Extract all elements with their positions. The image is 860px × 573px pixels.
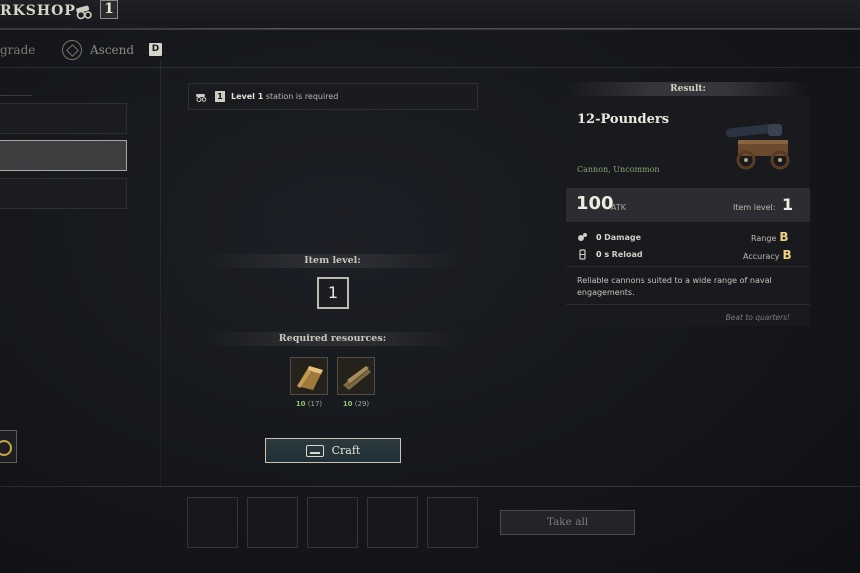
accuracy-label: Accuracy [743, 252, 780, 261]
output-slot[interactable] [187, 497, 238, 548]
damage-value: 0 [596, 233, 602, 242]
resource-slot[interactable] [290, 357, 328, 395]
reload-label: Reload [611, 250, 643, 259]
page-title: RKSHOP [0, 3, 76, 19]
requirement-level-text: Level 1 [231, 92, 264, 101]
output-slot[interactable] [247, 497, 298, 548]
header-divider [130, 28, 860, 29]
range-grade-value: B [779, 230, 789, 244]
resource-required: (17) [307, 400, 323, 408]
resource-slot[interactable] [337, 357, 375, 395]
requirement-text: Level 1 station is required [231, 92, 338, 101]
accuracy-grade: Accuracy B [743, 248, 792, 262]
ascend-icon [62, 40, 82, 60]
recipe-list-item[interactable] [0, 103, 127, 134]
tabs-divider [0, 67, 860, 68]
item-level-value: 1 [317, 277, 349, 309]
settings-gear-button[interactable] [0, 430, 17, 463]
key-hint-d: D [149, 43, 162, 56]
item-name: 12-Pounders [577, 112, 670, 127]
reload-stat: 0 s Reload [577, 249, 643, 260]
accuracy-grade-value: B [782, 248, 792, 262]
resource-have: 10 [295, 400, 306, 408]
station-level-badge: 1 [100, 0, 118, 19]
damage-stat: 0 Damage [577, 232, 641, 243]
recipe-list-item-selected[interactable] [0, 140, 127, 171]
item-description: Reliable cannons suited to a wide range … [577, 276, 772, 297]
item-type: Cannon, Uncommon [577, 165, 660, 174]
tab-ascend-label: Ascend [90, 43, 135, 57]
cannon-icon [76, 5, 92, 20]
output-slot[interactable] [367, 497, 418, 548]
resource-have: 10 [342, 400, 353, 408]
range-grade: Range B [751, 230, 789, 244]
reload-value: 0 s [596, 250, 610, 259]
craft-button[interactable]: Craft [265, 438, 401, 463]
description-divider [566, 304, 810, 305]
spacebar-key-icon [305, 444, 324, 457]
resource-required: (29) [354, 400, 370, 408]
top-bar: RKSHOP 1 [0, 0, 860, 30]
left-panel-divider [160, 60, 161, 490]
item-level-header: Item level: [205, 254, 460, 268]
requirement-suffix: station is required [265, 92, 339, 101]
resource-quantity: 10 (17) [290, 400, 328, 408]
result-header: Result: [566, 82, 810, 96]
result-item-level-label: Item level: [733, 203, 776, 212]
tab-upgrade[interactable]: grade [0, 43, 35, 57]
reload-icon [579, 249, 586, 260]
timber-icon [343, 366, 371, 390]
damage-icon [578, 233, 587, 241]
station-requirement-notice: 1 Level 1 station is required [188, 83, 478, 110]
range-label: Range [751, 234, 777, 243]
damage-label: Damage [604, 233, 642, 242]
bottom-divider [0, 486, 860, 487]
attack-value: 100 [576, 193, 614, 214]
resource-quantity: 10 (29) [337, 400, 375, 408]
requirement-level-badge: 1 [215, 91, 225, 102]
attack-unit: ATK [611, 203, 626, 212]
cannon-icon [196, 93, 207, 102]
result-item-level-value: 1 [782, 195, 794, 214]
output-slot[interactable] [427, 497, 478, 548]
flavor-text: Beat to quarters! [725, 313, 790, 322]
list-header-line [0, 95, 32, 96]
output-slot[interactable] [307, 497, 358, 548]
craft-label: Craft [331, 444, 361, 457]
copper-ingot-icon [297, 366, 323, 390]
required-resources-header: Required resources: [205, 332, 460, 346]
stats-divider [566, 266, 810, 267]
take-all-button[interactable]: Take all [500, 510, 635, 535]
cannon-item-image [726, 123, 790, 170]
recipe-list-item[interactable] [0, 178, 127, 209]
tab-ascend[interactable]: Ascend [62, 38, 134, 62]
